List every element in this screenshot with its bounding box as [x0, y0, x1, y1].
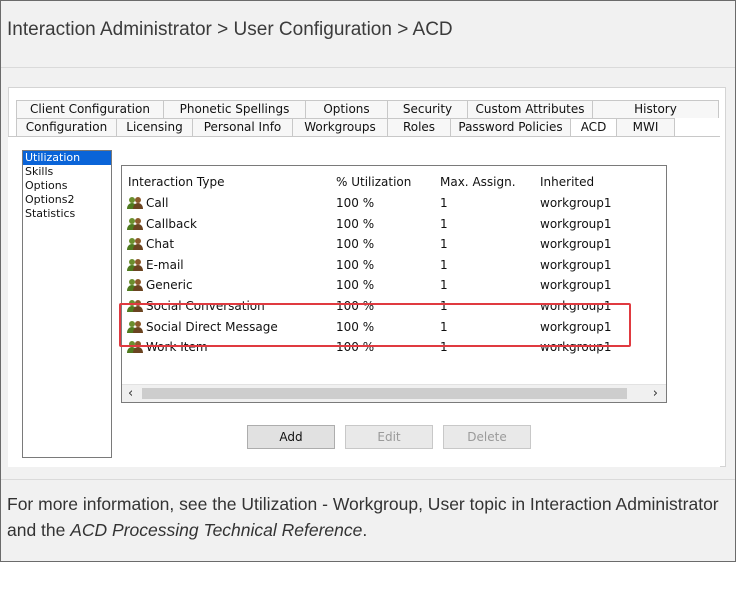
users-icon: [126, 196, 144, 210]
utilization-table[interactable]: Interaction Type % Utilization Max. Assi…: [121, 165, 667, 403]
section-item-options2[interactable]: Options2: [23, 193, 111, 207]
table-row[interactable]: Call 100 % 1 workgroup1: [122, 193, 666, 213]
divider: [1, 67, 735, 68]
utilization-cell: 100 %: [336, 196, 375, 210]
tab-mwi[interactable]: MWI: [617, 118, 675, 136]
tab-custom-attributes[interactable]: Custom Attributes: [468, 100, 593, 118]
table-row[interactable]: Chat 100 % 1 workgroup1: [122, 234, 666, 254]
inherited-cell: workgroup1: [540, 278, 612, 293]
section-item-skills[interactable]: Skills: [23, 165, 111, 179]
max-assign-cell: 1: [440, 196, 448, 210]
inherited-cell: workgroup1: [540, 257, 612, 272]
max-assign-cell: 1: [440, 257, 448, 272]
inherited-cell: workgroup1: [540, 237, 612, 252]
section-item-options[interactable]: Options: [23, 179, 111, 193]
tab-phonetic-spellings[interactable]: Phonetic Spellings: [164, 100, 306, 118]
column-header-utilization[interactable]: % Utilization: [336, 172, 411, 192]
section-item-statistics[interactable]: Statistics: [23, 207, 111, 221]
add-button[interactable]: Add: [247, 425, 335, 449]
tab-history[interactable]: History: [593, 100, 719, 118]
tab-security[interactable]: Security: [388, 100, 468, 118]
scroll-thumb[interactable]: [142, 388, 627, 399]
users-icon: [126, 217, 144, 231]
tab-workgroups[interactable]: Workgroups: [293, 118, 388, 136]
highlight-box: [119, 303, 631, 347]
interaction-type-cell: E-mail: [146, 257, 184, 272]
table-row[interactable]: E-mail 100 % 1 workgroup1: [122, 255, 666, 275]
divider: [1, 479, 735, 480]
interaction-type-cell: Chat: [146, 237, 175, 252]
users-icon: [126, 237, 144, 251]
tab-client-configuration[interactable]: Client Configuration: [16, 100, 164, 118]
column-header-max-assign[interactable]: Max. Assign.: [440, 172, 516, 192]
tab-acd[interactable]: ACD: [571, 118, 617, 136]
note-reference-title: ACD Processing Technical Reference: [70, 520, 363, 540]
interaction-type-cell: Callback: [146, 216, 197, 231]
table-row[interactable]: Generic 100 % 1 workgroup1: [122, 275, 666, 295]
tab-row-lower: Configuration Licensing Personal Info Wo…: [16, 118, 675, 136]
max-assign-cell: 1: [440, 237, 448, 252]
tab-personal-info[interactable]: Personal Info: [193, 118, 293, 136]
tab-row-upper: Client Configuration Phonetic Spellings …: [16, 100, 719, 118]
scroll-left-icon[interactable]: ‹: [128, 385, 133, 402]
users-icon: [126, 278, 144, 292]
utilization-cell: 100 %: [336, 216, 375, 231]
utilization-cell: 100 %: [336, 257, 375, 272]
tab-options[interactable]: Options: [306, 100, 388, 118]
utilization-cell: 100 %: [336, 278, 375, 293]
acd-section-list[interactable]: Utilization Skills Options Options2 Stat…: [22, 150, 112, 458]
horizontal-scrollbar[interactable]: ‹ ›: [122, 384, 666, 402]
scroll-right-icon[interactable]: ›: [653, 385, 658, 402]
column-header-inherited[interactable]: Inherited: [540, 172, 594, 192]
max-assign-cell: 1: [440, 216, 448, 231]
section-item-utilization[interactable]: Utilization: [23, 151, 111, 165]
tab-password-policies[interactable]: Password Policies: [451, 118, 571, 136]
interaction-type-cell: Generic: [146, 278, 193, 293]
inherited-cell: workgroup1: [540, 196, 612, 210]
max-assign-cell: 1: [440, 278, 448, 293]
tab-configuration[interactable]: Configuration: [16, 118, 117, 136]
edit-button[interactable]: Edit: [345, 425, 433, 449]
utilization-cell: 100 %: [336, 237, 375, 252]
table-header: Interaction Type % Utilization Max. Assi…: [122, 172, 666, 192]
info-note: For more information, see the Utilizatio…: [7, 491, 731, 543]
users-icon: [126, 258, 144, 272]
interaction-type-cell: Call: [146, 196, 169, 210]
table-row[interactable]: Callback 100 % 1 workgroup1: [122, 214, 666, 234]
inherited-cell: workgroup1: [540, 216, 612, 231]
tab-licensing[interactable]: Licensing: [117, 118, 193, 136]
tab-roles[interactable]: Roles: [388, 118, 451, 136]
column-header-interaction-type[interactable]: Interaction Type: [128, 172, 224, 192]
note-end: .: [362, 520, 368, 540]
content-frame: Interaction Administrator > User Configu…: [0, 0, 736, 562]
delete-button[interactable]: Delete: [443, 425, 531, 449]
breadcrumb: Interaction Administrator > User Configu…: [7, 19, 453, 40]
